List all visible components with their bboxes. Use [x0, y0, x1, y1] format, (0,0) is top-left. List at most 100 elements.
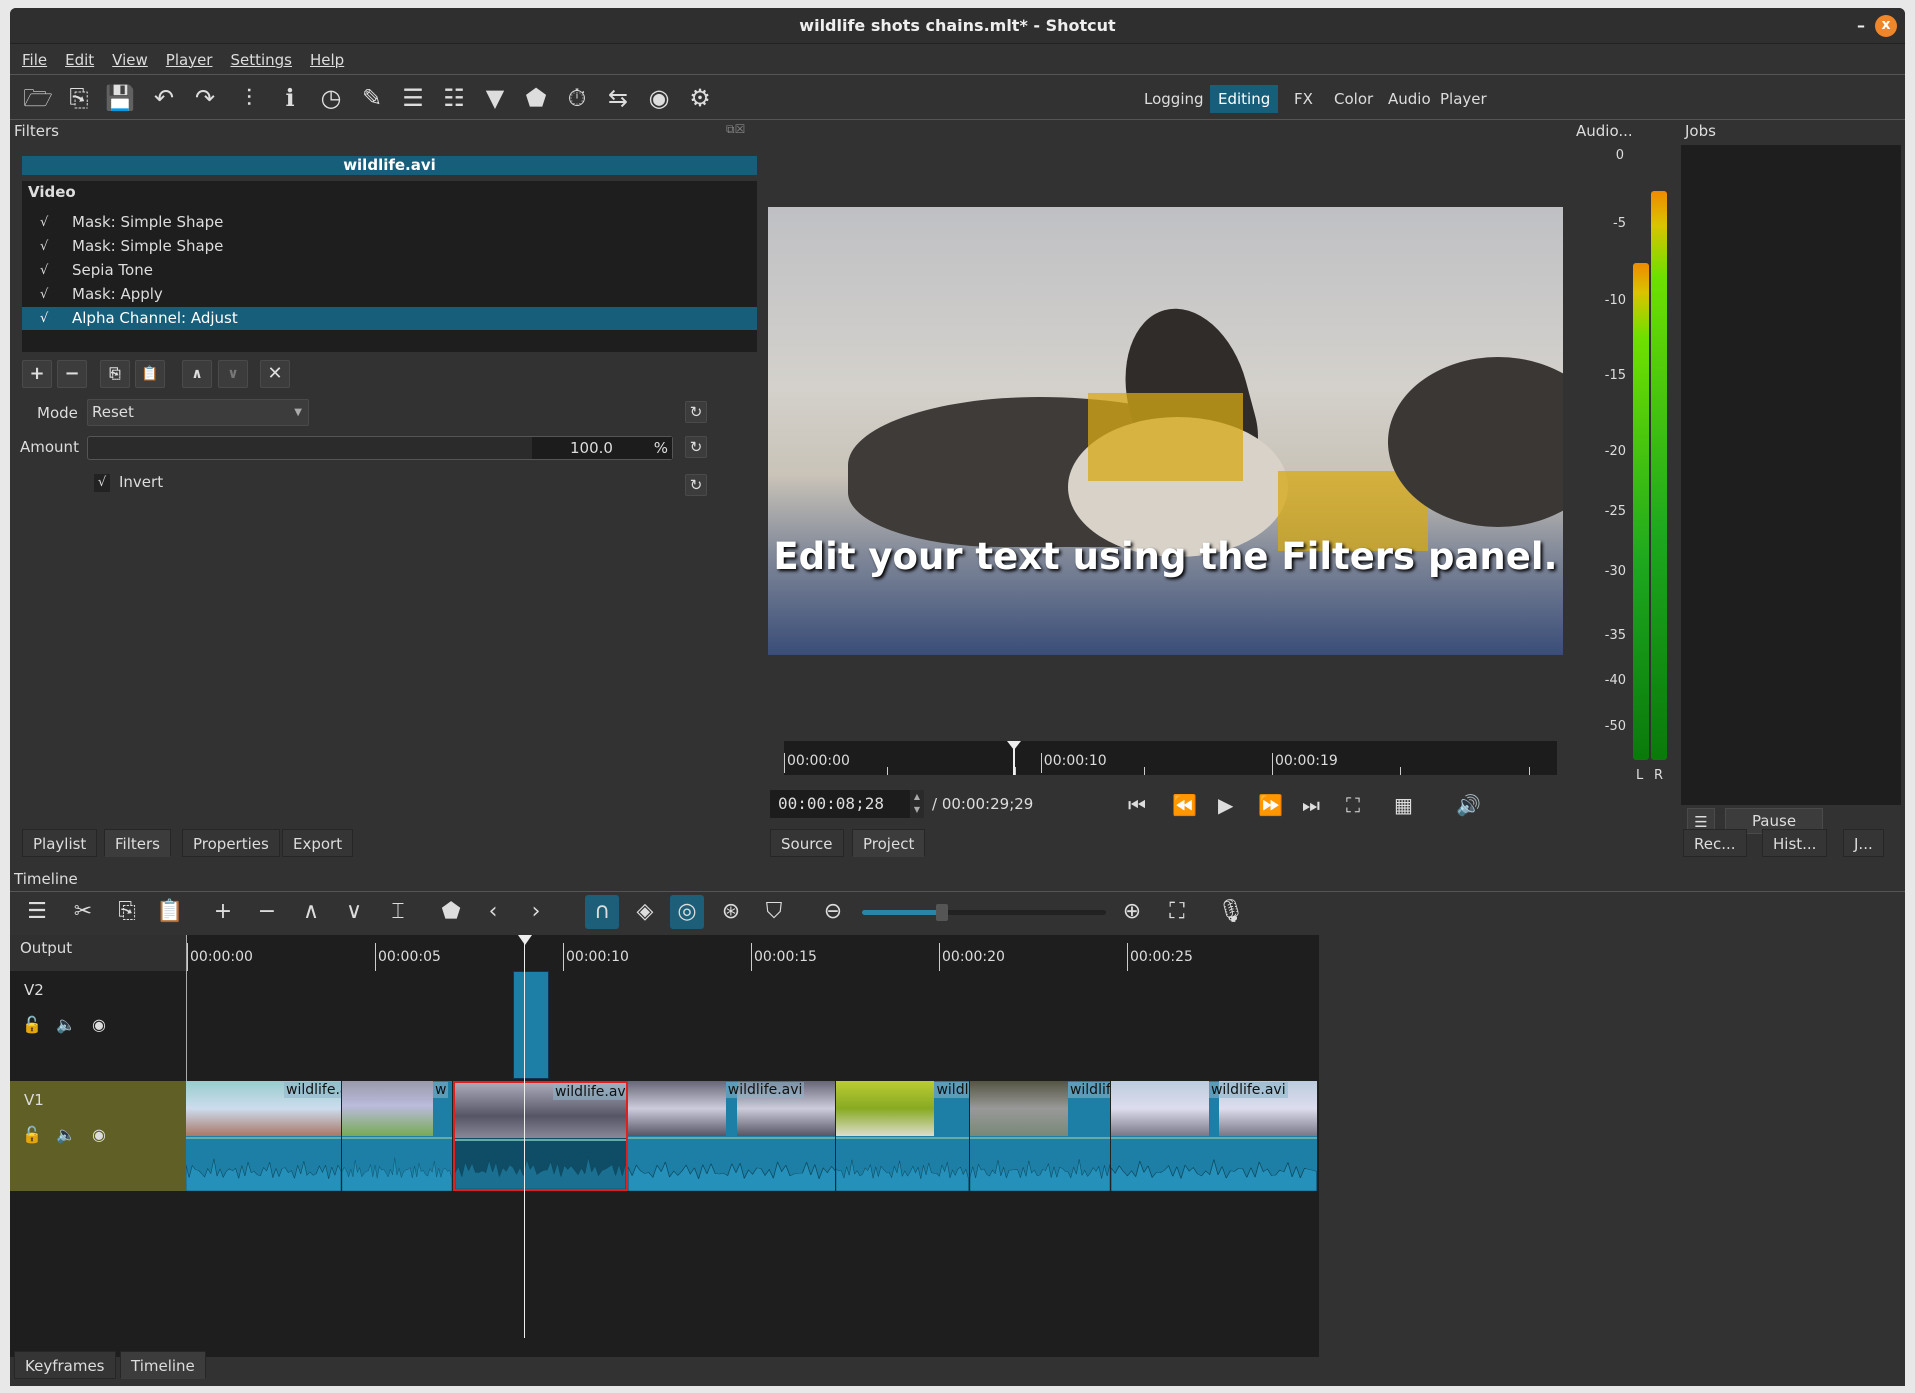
- layout-player[interactable]: Player: [1432, 85, 1495, 113]
- properties-icon[interactable]: ℹ: [274, 82, 306, 114]
- snap-icon[interactable]: ∩: [585, 895, 619, 929]
- tab-source[interactable]: Source: [770, 829, 844, 857]
- copy-filters-button[interactable]: ⎘: [100, 360, 130, 388]
- keyframes-icon[interactable]: ⏱: [561, 82, 593, 114]
- layout-editing[interactable]: Editing: [1210, 85, 1279, 113]
- lock-icon[interactable]: 🔓: [22, 1015, 42, 1034]
- ripple-markers-icon[interactable]: ⛉: [757, 895, 791, 929]
- jobs-list[interactable]: [1681, 145, 1901, 805]
- filter-enabled-checkbox[interactable]: √: [40, 307, 48, 330]
- open-other-icon[interactable]: ⎘: [63, 82, 95, 114]
- menu-help[interactable]: Help: [310, 45, 344, 74]
- mute-icon[interactable]: 🔈: [56, 1125, 76, 1144]
- reset-mode-button[interactable]: ↻: [685, 401, 707, 423]
- rewind-icon[interactable]: ⏪: [1172, 793, 1197, 817]
- invert-checkbox[interactable]: √: [94, 474, 110, 492]
- cut-icon[interactable]: ✂: [66, 895, 100, 929]
- skip-next-icon[interactable]: ⏭: [1302, 793, 1320, 817]
- tab-properties[interactable]: Properties: [182, 829, 280, 857]
- filter-item[interactable]: √ Mask: Apply: [22, 283, 757, 306]
- position-timecode[interactable]: 00:00:08;28: [770, 790, 910, 818]
- reset-invert-button[interactable]: ↻: [685, 474, 707, 496]
- ripple-icon[interactable]: ◎: [670, 895, 704, 929]
- filter-enabled-checkbox[interactable]: √: [40, 235, 48, 258]
- overwrite-icon[interactable]: ∨: [337, 895, 371, 929]
- menu-edit[interactable]: Edit: [65, 45, 94, 74]
- panel-float-close-icons[interactable]: ⧉☒: [726, 122, 745, 137]
- zoom-fit-icon[interactable]: ⛶: [1346, 793, 1360, 817]
- export-icon[interactable]: ⇆: [602, 82, 634, 114]
- ripple-all-icon[interactable]: ⊛: [714, 895, 748, 929]
- zoom-fit-icon[interactable]: ⛶: [1160, 895, 1194, 929]
- tab-playlist[interactable]: Playlist: [22, 829, 98, 857]
- move-filter-down-button[interactable]: ∨: [218, 360, 248, 388]
- move-filter-up-button[interactable]: ∧: [182, 360, 212, 388]
- notes-icon[interactable]: ✎: [356, 82, 388, 114]
- history-icon[interactable]: ◷: [315, 82, 347, 114]
- add-filter-button[interactable]: +: [22, 360, 52, 388]
- tab-timeline[interactable]: Timeline: [120, 1351, 206, 1379]
- filter-item[interactable]: √ Mask: Simple Shape: [22, 211, 757, 234]
- track-header-v1[interactable]: V1 🔓 🔈 ◉: [10, 1081, 186, 1191]
- timeline-ruler[interactable]: 00:00:00 00:00:05 00:00:10 00:00:15 00:00:20…: [186, 935, 1319, 971]
- volume-icon[interactable]: 🔊: [1456, 793, 1481, 817]
- grid-icon[interactable]: ▦: [1394, 793, 1413, 817]
- zoom-in-icon[interactable]: ⊕: [1115, 895, 1149, 929]
- next-marker-icon[interactable]: ›: [519, 895, 553, 929]
- mode-dropdown[interactable]: Reset ▼: [87, 399, 309, 426]
- peak-meter-icon[interactable]: ⫶: [233, 82, 265, 114]
- previous-marker-icon[interactable]: ‹: [476, 895, 510, 929]
- jobs-tab[interactable]: Hist...: [1762, 829, 1828, 857]
- paste-filters-button[interactable]: 📋: [135, 360, 165, 388]
- timeline-menu-icon[interactable]: ☰: [20, 895, 54, 929]
- tab-filters[interactable]: Filters: [104, 829, 171, 857]
- v1-clip[interactable]: wildlife.avi: [1110, 1081, 1318, 1191]
- open-icon[interactable]: 🗁: [22, 82, 54, 114]
- settings-icon[interactable]: ⚙: [684, 82, 716, 114]
- mute-icon[interactable]: 🔈: [56, 1015, 76, 1034]
- timeline-icon[interactable]: ☷: [438, 82, 470, 114]
- v1-clip[interactable]: wildlife.avi: [452, 1081, 628, 1191]
- remove-filter-button[interactable]: −: [57, 360, 87, 388]
- lift-icon[interactable]: ∧: [294, 895, 328, 929]
- v1-clip[interactable]: wildlife.a: [186, 1081, 343, 1191]
- filter-item[interactable]: √ Mask: Simple Shape: [22, 235, 757, 258]
- minimize-button[interactable]: –: [1857, 8, 1865, 44]
- filter-list[interactable]: Video √ Mask: Simple Shape √ Mask: Simple S…: [22, 181, 757, 352]
- timeline-playhead[interactable]: [524, 938, 526, 1338]
- v1-clip[interactable]: wildlife: [969, 1081, 1111, 1191]
- redo-icon[interactable]: ↷: [189, 82, 221, 114]
- paste-icon[interactable]: 📋: [153, 895, 187, 929]
- markers-icon[interactable]: ⬟: [520, 82, 552, 114]
- zoom-out-icon[interactable]: ⊖: [816, 895, 850, 929]
- zoom-slider-handle[interactable]: [936, 904, 948, 921]
- filter-enabled-checkbox[interactable]: √: [40, 211, 48, 234]
- undo-icon[interactable]: ↶: [148, 82, 180, 114]
- play-icon[interactable]: ▶: [1218, 793, 1233, 817]
- layout-color[interactable]: Color: [1326, 85, 1381, 113]
- save-icon[interactable]: 💾: [104, 82, 136, 114]
- scrub-icon[interactable]: ◈: [628, 895, 662, 929]
- marker-icon[interactable]: ⬟: [434, 895, 468, 929]
- tab-export[interactable]: Export: [282, 829, 354, 857]
- player-scrubber[interactable]: 00:00:00 00:00:10 00:00:19: [784, 741, 1557, 775]
- hide-icon[interactable]: ◉: [92, 1015, 106, 1034]
- track-header-v2[interactable]: V2 🔓 🔈 ◉: [10, 971, 186, 1081]
- reset-amount-button[interactable]: ↻: [685, 436, 707, 458]
- ripple-delete-icon[interactable]: −: [250, 895, 284, 929]
- playlist-icon[interactable]: ☰: [397, 82, 429, 114]
- menu-player[interactable]: Player: [166, 45, 213, 74]
- deselect-filter-button[interactable]: ✕: [260, 360, 290, 388]
- menu-file[interactable]: File: [22, 45, 47, 74]
- tab-keyframes[interactable]: Keyframes: [14, 1351, 116, 1379]
- lock-icon[interactable]: 🔓: [22, 1125, 42, 1144]
- filter-enabled-checkbox[interactable]: √: [40, 283, 48, 306]
- menu-settings[interactable]: Settings: [230, 45, 292, 74]
- v1-clip[interactable]: wildlife.avi: [627, 1081, 837, 1191]
- jobs-tab[interactable]: J...: [1843, 829, 1884, 857]
- filter-item[interactable]: √ Sepia Tone: [22, 259, 757, 282]
- v1-clip[interactable]: wildli: [836, 1081, 970, 1191]
- video-preview[interactable]: Edit your text using the Filters panel.: [768, 207, 1563, 655]
- menu-view[interactable]: View: [112, 45, 148, 74]
- fast-forward-icon[interactable]: ⏩: [1258, 793, 1283, 817]
